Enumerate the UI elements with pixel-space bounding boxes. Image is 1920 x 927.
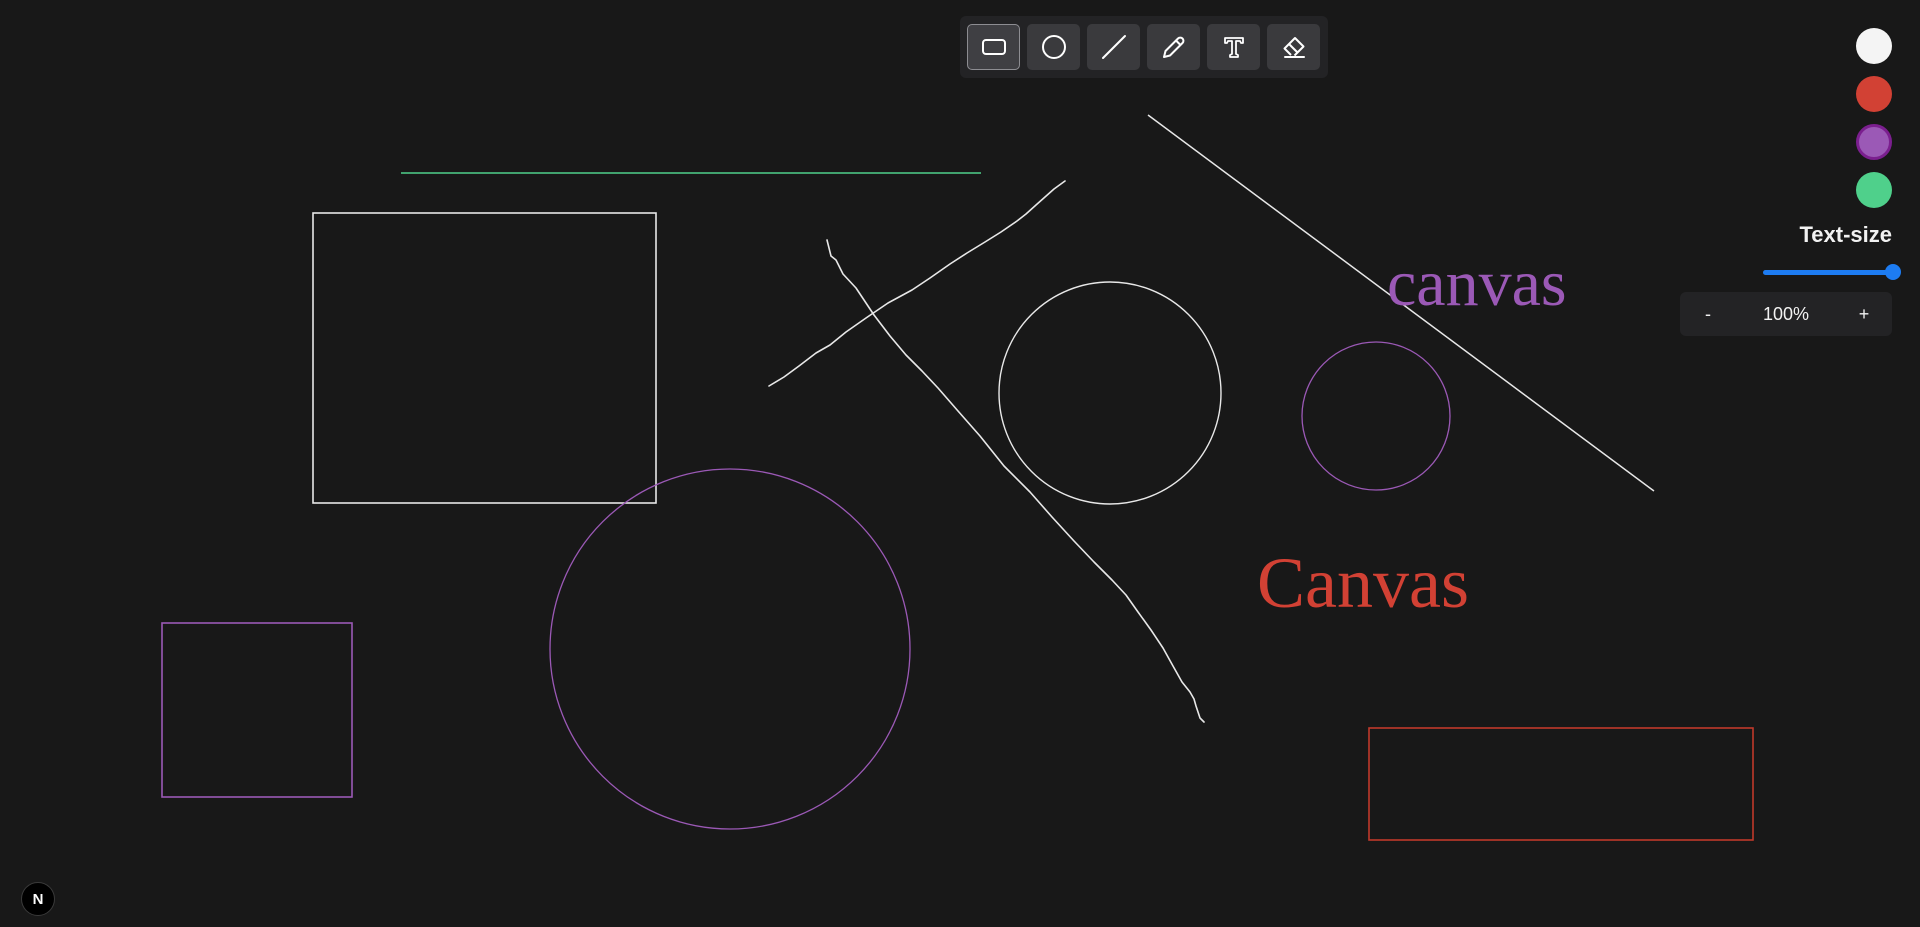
- color-swatch-white[interactable]: [1856, 28, 1892, 64]
- text-tool-button[interactable]: [1207, 24, 1260, 70]
- red-rectangle[interactable]: [1368, 727, 1754, 841]
- purple-large-circle[interactable]: [549, 468, 911, 830]
- color-swatch-red[interactable]: [1856, 76, 1892, 112]
- drawing-app: canvas Canvas Text-size - 100% + N: [0, 0, 1920, 927]
- white-circle[interactable]: [998, 281, 1222, 505]
- color-palette: [1856, 28, 1892, 208]
- white-rectangle[interactable]: [312, 212, 657, 504]
- line-icon: [1101, 35, 1126, 59]
- pencil-icon: [1162, 36, 1184, 58]
- text-icon: [1223, 37, 1244, 58]
- slider-fill: [1763, 270, 1893, 275]
- circle-icon: [1041, 35, 1066, 59]
- rectangle-icon: [981, 39, 1006, 55]
- rectangle-tool-button[interactable]: [967, 24, 1020, 70]
- purple-rectangle[interactable]: [161, 622, 353, 798]
- text-size-label: Text-size: [1799, 222, 1892, 247]
- tool-toolbar: [960, 16, 1328, 78]
- white-freehand-stroke-2[interactable]: [826, 239, 1205, 723]
- color-swatch-green[interactable]: [1856, 172, 1892, 208]
- line-tool-button[interactable]: [1087, 24, 1140, 70]
- circle-tool-button[interactable]: [1027, 24, 1080, 70]
- zoom-out-button[interactable]: -: [1698, 304, 1718, 325]
- zoom-level: 100%: [1762, 303, 1810, 324]
- purple-small-circle[interactable]: [1301, 341, 1451, 491]
- white-freehand-stroke-1[interactable]: [768, 180, 1066, 387]
- pencil-tool-button[interactable]: [1147, 24, 1200, 70]
- color-swatch-purple[interactable]: [1856, 124, 1892, 160]
- zoom-in-button[interactable]: +: [1854, 304, 1874, 325]
- canvas-text-purple[interactable]: canvas: [1387, 247, 1567, 320]
- canvas-text-red[interactable]: Canvas: [1257, 543, 1469, 623]
- eraser-icon: [1283, 37, 1305, 58]
- zoom-control: - 100% +: [1680, 292, 1892, 336]
- nextjs-badge[interactable]: N: [21, 882, 55, 916]
- drawing-canvas[interactable]: canvas Canvas: [0, 0, 1920, 927]
- eraser-tool-button[interactable]: [1267, 24, 1320, 70]
- text-size-slider[interactable]: [1763, 264, 1901, 280]
- slider-thumb[interactable]: [1885, 264, 1901, 280]
